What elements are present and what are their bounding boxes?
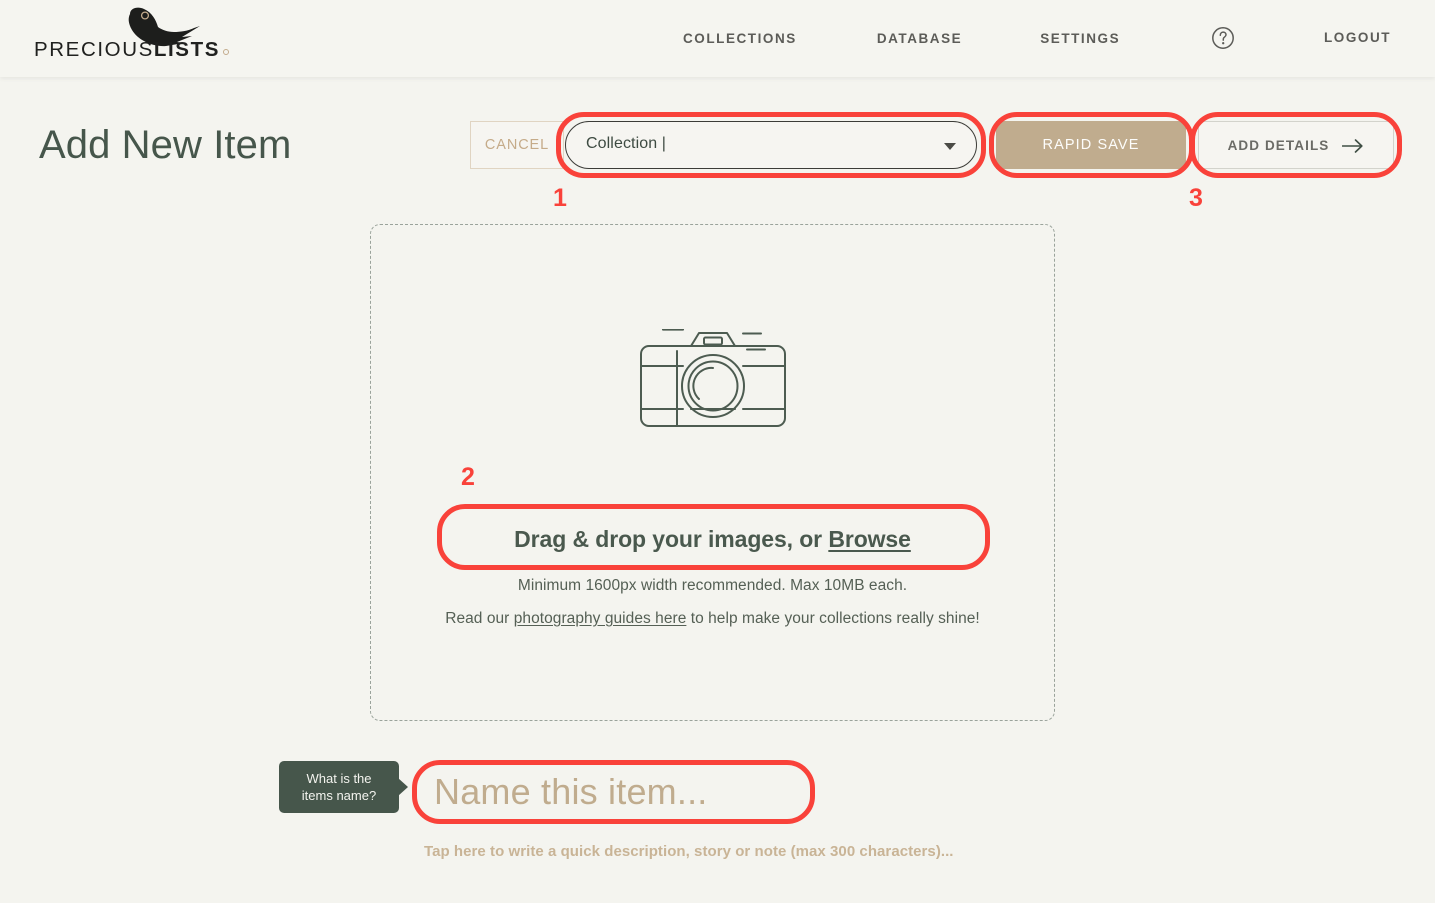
cancel-button[interactable]: CANCEL: [470, 121, 564, 169]
annotation-number-3: 3: [1189, 184, 1203, 212]
logo-dot-icon: [222, 49, 229, 55]
chevron-down-icon: [944, 143, 956, 150]
logo-text-bold: LISTS: [153, 38, 220, 61]
tooltip-line-2: items name?: [301, 788, 377, 803]
question-mark-circle-icon[interactable]: [1211, 26, 1235, 50]
guides-hint-prefix: Read our: [445, 610, 514, 627]
collection-select[interactable]: Collection |: [565, 121, 977, 169]
nav-item-database[interactable]: DATABASE: [877, 23, 962, 54]
item-name-input[interactable]: Name this item...: [421, 766, 805, 818]
browse-link[interactable]: Browse: [828, 526, 911, 552]
arrow-right-icon: [1342, 139, 1364, 153]
drag-drop-text[interactable]: Drag & drop your images, or Browse: [371, 526, 1054, 553]
logout-button[interactable]: LOGOUT: [1324, 30, 1391, 45]
annotation-number-1: 1: [553, 184, 567, 212]
logo-wordmark: PRECIOUSLISTS: [34, 38, 229, 61]
main-navigation: COLLECTIONS DATABASE SETTINGS: [660, 0, 1120, 77]
guides-hint-suffix: to help make your collections really shi…: [686, 610, 980, 627]
tooltip-line-1: What is the: [306, 771, 372, 786]
nav-item-collections[interactable]: COLLECTIONS: [683, 23, 797, 54]
logo[interactable]: PRECIOUSLISTS: [34, 7, 229, 68]
photography-guides-hint: Read our photography guides here to help…: [371, 610, 1054, 628]
item-description-input[interactable]: Tap here to write a quick description, s…: [424, 843, 954, 860]
camera-icon: [639, 329, 786, 427]
logo-text-light: PRECIOUS: [34, 38, 154, 61]
add-details-button[interactable]: ADD DETAILS: [1198, 121, 1394, 169]
photography-guides-link[interactable]: photography guides here: [514, 610, 687, 627]
page-title: Add New Item: [39, 123, 292, 167]
add-details-label: ADD DETAILS: [1227, 137, 1330, 153]
top-header: PRECIOUSLISTS COLLECTIONS DATABASE SETTI…: [0, 0, 1435, 77]
name-field-tooltip: What is the items name?: [279, 761, 408, 813]
nav-item-settings[interactable]: SETTINGS: [1040, 23, 1120, 54]
rapid-save-button[interactable]: RAPID SAVE: [996, 121, 1186, 169]
drag-drop-prefix: Drag & drop your images, or: [514, 526, 829, 552]
image-dropzone[interactable]: Drag & drop your images, or Browse Minim…: [370, 224, 1055, 721]
collection-select-value: Collection |: [586, 135, 667, 152]
image-size-hint: Minimum 1600px width recommended. Max 10…: [517, 577, 908, 594]
